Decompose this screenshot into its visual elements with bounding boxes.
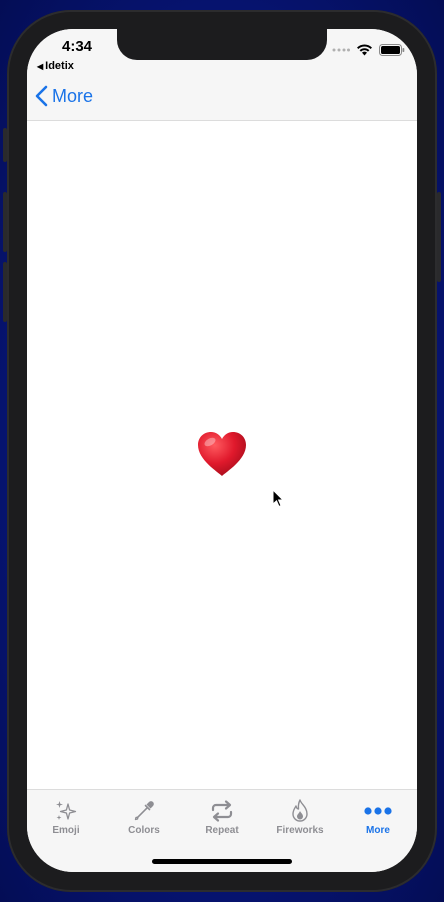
tab-label: Repeat <box>205 825 239 836</box>
device-notch <box>117 29 327 60</box>
tab-colors[interactable]: Colors <box>105 798 183 836</box>
tab-label: Fireworks <box>276 825 324 836</box>
tab-label: Emoji <box>52 825 80 836</box>
back-button-label: More <box>52 85 94 106</box>
device-screen: 4:34 ◀ Idetix More Emoji Colors Repeat F… <box>27 29 417 872</box>
status-time: 4:34 <box>62 38 93 55</box>
back-to-app-link[interactable]: ◀ Idetix <box>37 60 74 72</box>
home-indicator[interactable] <box>152 859 292 864</box>
volume-up-button <box>3 192 7 252</box>
heart-emoji[interactable] <box>196 430 248 478</box>
volume-down-button <box>3 262 7 322</box>
tab-more[interactable]: More <box>339 798 417 836</box>
tab-fireworks[interactable]: Fireworks <box>261 798 339 836</box>
chevron-left-icon <box>35 85 48 107</box>
tab-label: More <box>366 825 390 836</box>
repeat-icon <box>211 800 233 822</box>
status-icons <box>332 43 405 56</box>
back-button[interactable]: More <box>35 85 93 107</box>
battery-icon <box>379 43 405 56</box>
back-app-label: Idetix <box>45 60 74 72</box>
tab-repeat[interactable]: Repeat <box>183 798 261 836</box>
content-area <box>27 121 417 789</box>
wifi-icon <box>357 44 372 56</box>
back-triangle-icon: ◀ <box>37 62 44 71</box>
cellular-dots-icon <box>332 48 350 51</box>
mute-switch <box>3 128 7 162</box>
power-button <box>437 192 441 282</box>
navigation-bar: More <box>27 77 417 121</box>
tab-emoji[interactable]: Emoji <box>27 798 105 836</box>
tab-label: Colors <box>128 825 160 836</box>
mouse-cursor-icon <box>272 489 284 508</box>
ellipsis-icon <box>364 807 392 815</box>
sparkles-icon <box>56 801 77 820</box>
eyedropper-icon <box>134 801 154 821</box>
flame-icon <box>292 799 308 822</box>
